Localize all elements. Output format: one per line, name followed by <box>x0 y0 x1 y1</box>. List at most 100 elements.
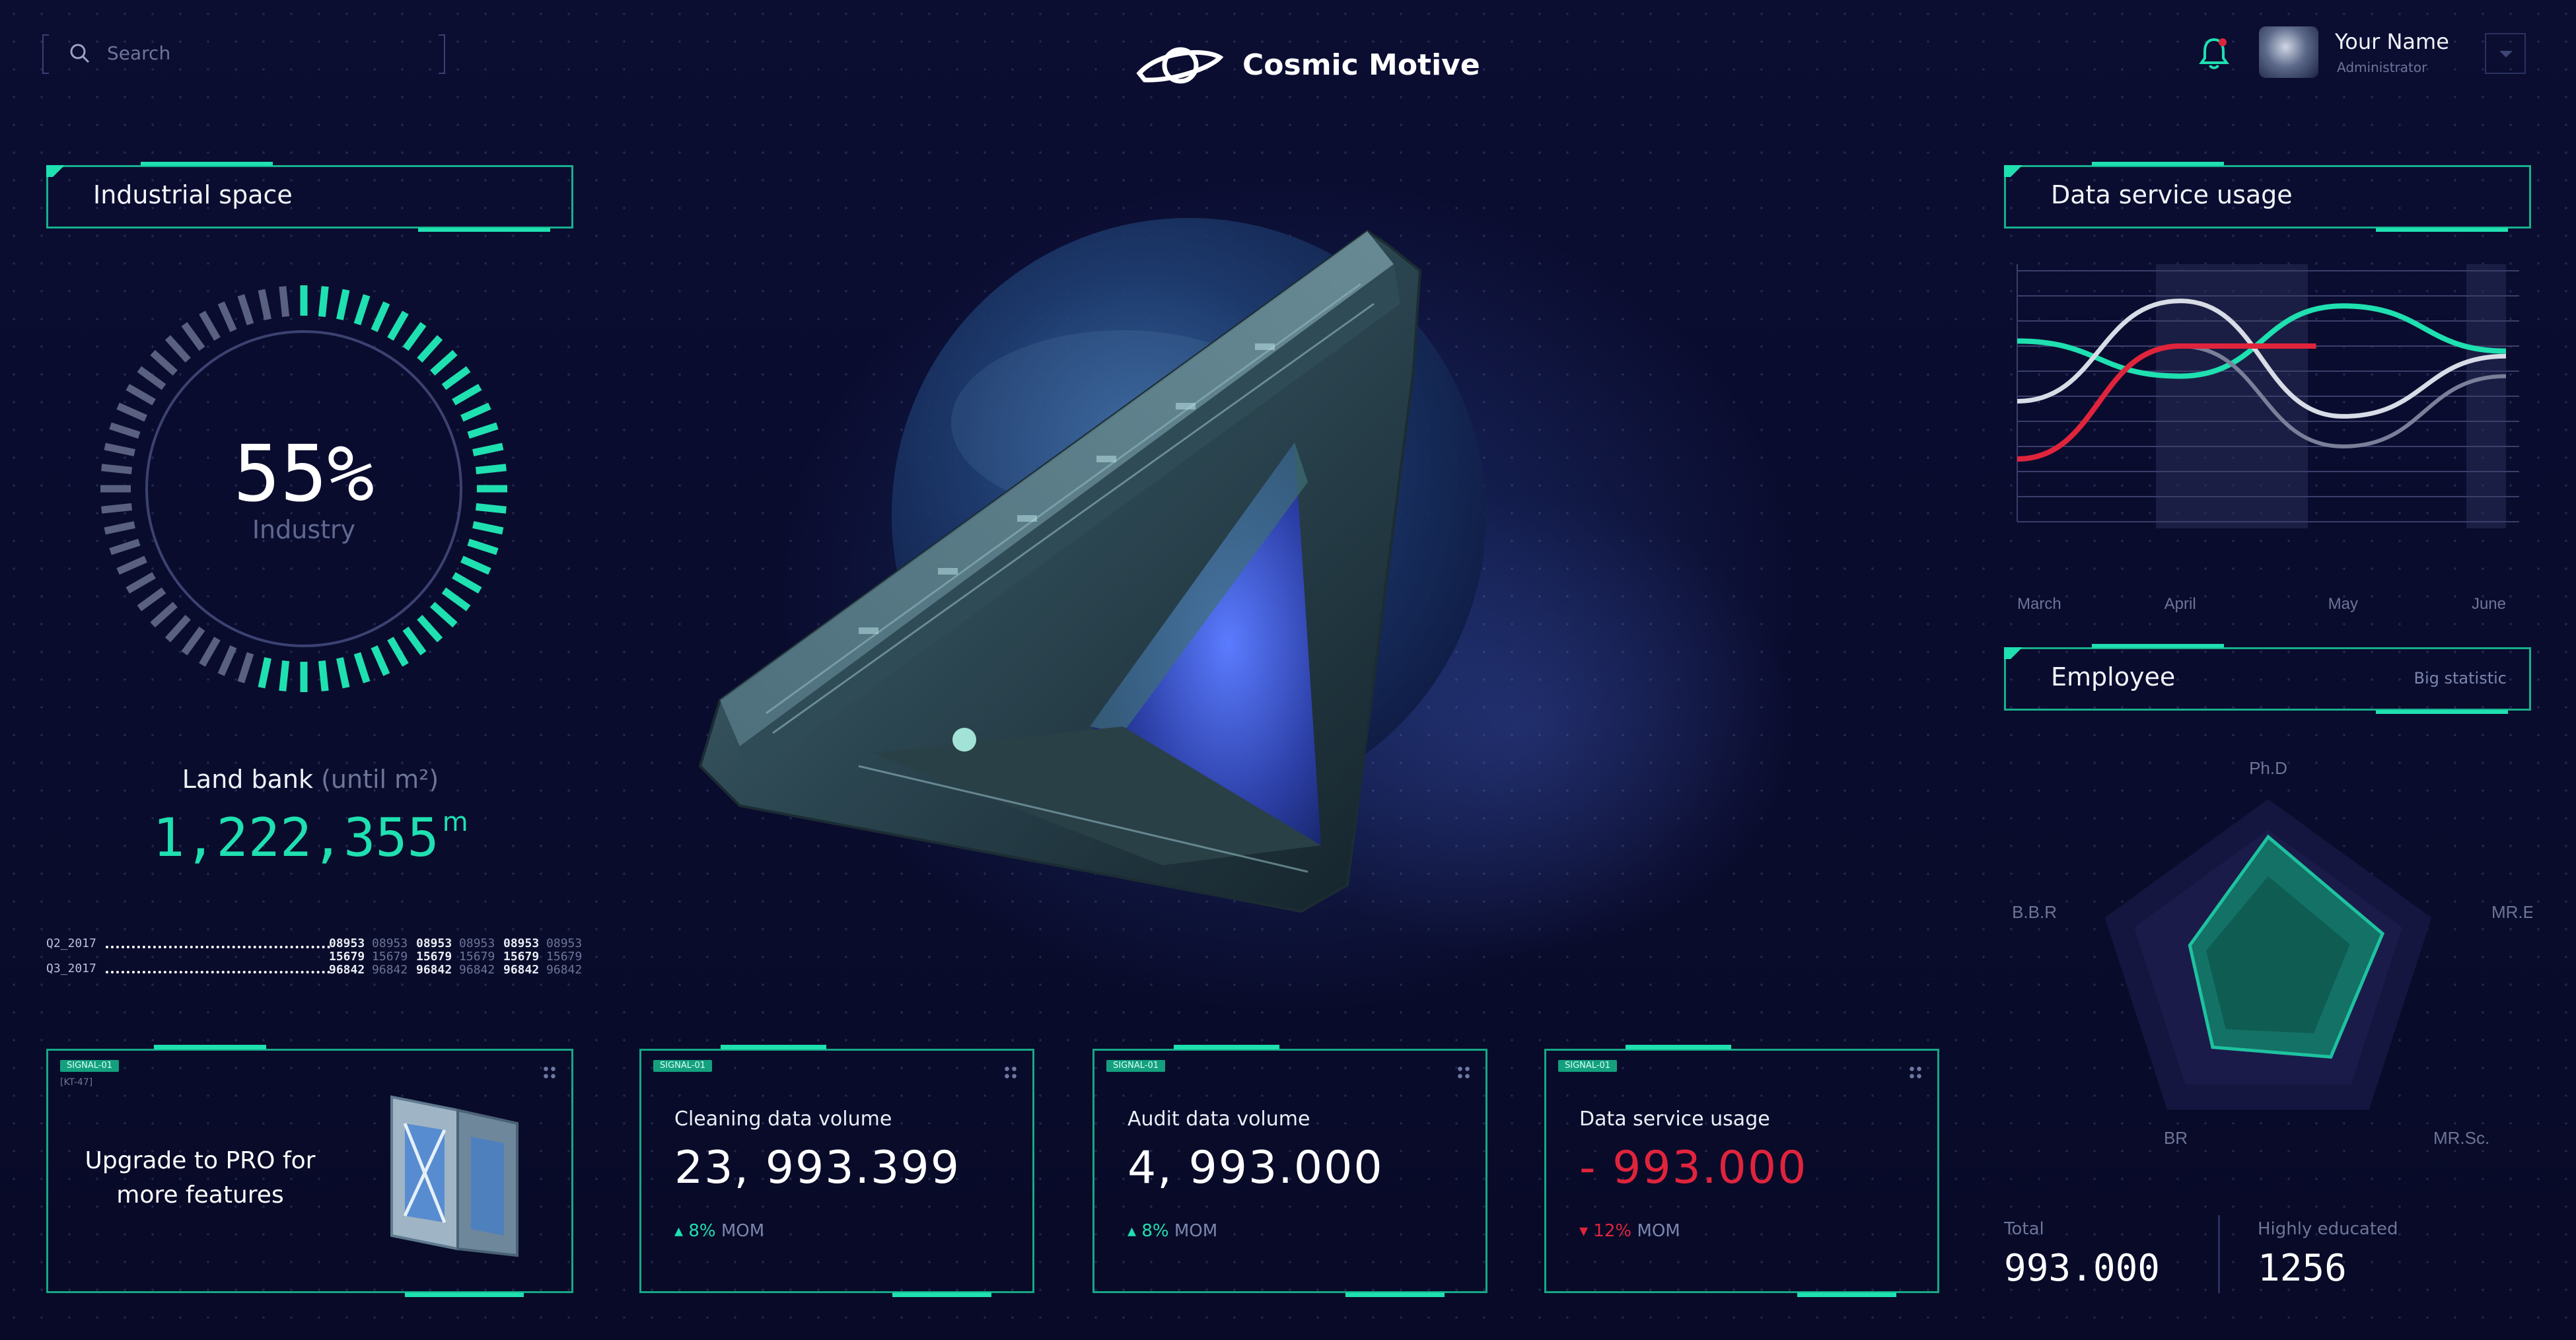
gauge-tick <box>150 349 178 376</box>
gauge-tick <box>199 637 221 667</box>
gauge-tick-active <box>258 657 271 689</box>
gauge-tick-active <box>387 310 409 341</box>
stat-mom-label: MOM <box>1637 1221 1680 1241</box>
drag-handle-icon[interactable] <box>542 1065 557 1080</box>
radar-axis-label: B.B.R <box>2012 902 2057 922</box>
gauge-tick-active <box>460 402 491 422</box>
x-tick-label: March <box>2017 595 2061 613</box>
quarter-cell: 96842 96842 <box>329 963 408 977</box>
gauge-tick-active <box>475 464 507 475</box>
gauge-tick-active <box>371 301 390 332</box>
stat-mom: ▴ 8% MOM <box>1127 1221 1217 1241</box>
signal-tag: SIGNAL-01 <box>653 1060 713 1072</box>
trend-down-icon: ▾ <box>1579 1221 1589 1241</box>
gauge-tick-active <box>402 322 427 351</box>
gauge-tick <box>150 602 178 628</box>
stat-divider <box>2218 1215 2220 1293</box>
industrial-space-header: Industrial space <box>46 162 573 232</box>
gauge-tick-active <box>336 657 350 689</box>
gauge-tick <box>164 615 191 643</box>
stat-mom-label: MOM <box>721 1221 765 1241</box>
stat-mom: ▾ 12% MOM <box>1579 1221 1680 1241</box>
gauge-tick-active <box>475 503 507 514</box>
gauge-tick <box>116 402 147 422</box>
gauge-tick-active <box>441 366 471 390</box>
gauge-tick <box>137 366 166 390</box>
gauge-tick-active <box>371 645 390 676</box>
signal-tag: SIGNAL-01 <box>60 1060 120 1072</box>
drag-handle-icon[interactable] <box>1003 1065 1018 1080</box>
quarter-dots <box>106 971 330 973</box>
gauge-tick <box>258 289 271 320</box>
gauge-tick-active <box>402 626 427 656</box>
gauge-tick-active <box>467 422 499 439</box>
stat-card-usage[interactable]: SIGNAL-01 Data service usage - 993.000 ▾… <box>1544 1045 1939 1297</box>
highly-educated-value: 1256 <box>2258 1247 2347 1290</box>
upgrade-card[interactable]: SIGNAL-01 [KT-47] Upgrade to PRO for mor… <box>46 1045 573 1297</box>
gauge-tick <box>104 521 135 535</box>
search-box[interactable]: Search <box>42 34 445 74</box>
drag-handle-icon[interactable] <box>1456 1065 1471 1080</box>
gauge-tick <box>109 422 141 439</box>
stat-title: Data service usage <box>1579 1108 1770 1131</box>
gauge-tick <box>125 572 156 594</box>
search-bracket-left <box>42 34 49 74</box>
land-bank-suffix: m <box>442 807 468 837</box>
total-label: Total <box>2004 1219 2044 1239</box>
gauge-tick-active <box>417 615 443 643</box>
gauge-tick-active <box>472 442 504 456</box>
gauge-tick <box>137 587 166 612</box>
trend-up-icon: ▴ <box>674 1221 684 1241</box>
search-input[interactable]: Search <box>107 42 170 64</box>
gauge-tick <box>104 442 135 456</box>
trend-up-icon: ▴ <box>1127 1221 1137 1241</box>
gauge-tick-active <box>472 521 504 535</box>
stat-card-audit[interactable]: SIGNAL-01 Audit data volume 4, 993.000 ▴… <box>1092 1045 1487 1297</box>
quarter-cell: 08953 08953 <box>503 936 583 950</box>
user-menu-button[interactable] <box>2485 33 2526 74</box>
land-bank-value-row: 1,222,355 m <box>0 807 621 868</box>
gauge-tick <box>217 301 237 332</box>
gauge-tick-active <box>417 335 443 363</box>
gauge-tick-active <box>318 660 329 691</box>
quarter-cell: 08953 08953 <box>329 936 408 950</box>
employee-header: Employee Big statistic <box>2004 644 2531 714</box>
stat-card-cleaning[interactable]: SIGNAL-01 Cleaning data volume 23, 993.3… <box>639 1045 1034 1297</box>
brand-logo[interactable]: Cosmic Motive <box>1133 36 1480 96</box>
data-service-usage-header: Data service usage <box>2004 162 2531 232</box>
radar-axis-label: BR <box>2164 1128 2188 1148</box>
quarter-table: Q2_2017 Q3_2017 08953 08953 08953 08953 … <box>46 936 588 977</box>
gauge-tick-active <box>430 349 458 376</box>
gauge-tick-active <box>452 384 482 406</box>
gauge-tick <box>237 294 254 326</box>
gauge-tick-active <box>452 572 482 594</box>
signal-tag: SIGNAL-01 <box>1106 1060 1166 1072</box>
gauge-tick-active <box>318 286 329 318</box>
user-name[interactable]: Your Name <box>2335 29 2449 54</box>
stat-pct: 8% <box>688 1221 716 1241</box>
x-tick-label: April <box>2165 595 2196 613</box>
gauge-tick <box>109 538 141 555</box>
gauge-tick-active <box>430 602 458 628</box>
avatar[interactable] <box>2259 26 2318 78</box>
bell-icon[interactable] <box>2198 36 2230 70</box>
quarter-cell: 15679 15679 <box>503 950 583 964</box>
radar-axis-label: Ph.D <box>2249 758 2287 778</box>
radar-axis-label: MR.Eng <box>2491 902 2532 922</box>
quarter-cell: 15679 15679 <box>329 950 408 964</box>
total-value: 993.000 <box>2004 1247 2161 1290</box>
land-bank-caption: Land bank (until m²) <box>0 765 621 794</box>
land-bank-unit: (until m²) <box>321 765 439 794</box>
radar-axis-label: MR.Sc. <box>2433 1128 2489 1148</box>
big-statistic-link[interactable]: Big statistic <box>2414 669 2507 688</box>
search-icon <box>70 44 90 63</box>
stat-mom-label: MOM <box>1174 1221 1218 1241</box>
drag-handle-icon[interactable] <box>1908 1065 1923 1080</box>
x-tick-label: May <box>2328 595 2358 613</box>
highly-educated-label: Highly educated <box>2258 1219 2398 1239</box>
search-bracket-right <box>439 34 445 74</box>
land-bank-label: Land bank <box>182 765 313 794</box>
gauge-tick <box>164 335 191 363</box>
gauge-tick-active <box>387 637 409 667</box>
gauge-tick-active <box>353 652 371 684</box>
